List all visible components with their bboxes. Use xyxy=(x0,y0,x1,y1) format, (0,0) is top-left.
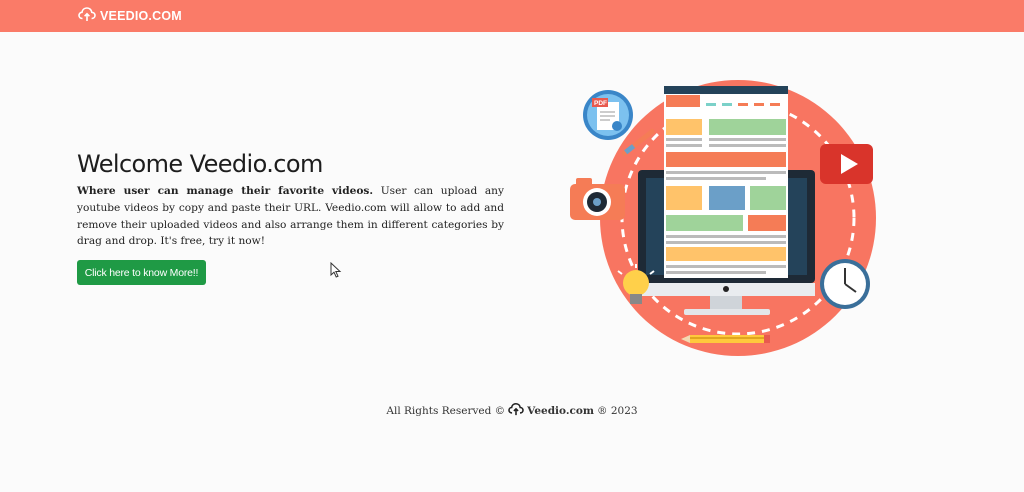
know-more-button[interactable]: Click here to know More!! xyxy=(77,260,206,285)
brand-name: VEEDIO.COM xyxy=(100,9,182,23)
footer-copyright: All Rights Reserved © xyxy=(386,404,506,417)
top-navbar: VEEDIO.COM xyxy=(0,0,1024,32)
video-play-icon xyxy=(820,144,873,184)
footer-brand: Veedio.com xyxy=(527,404,595,417)
pdf-document-icon: PDF xyxy=(583,90,633,140)
mouse-pointer-icon xyxy=(330,261,342,282)
pdf-label: PDF xyxy=(594,100,607,107)
cloud-upload-icon xyxy=(508,402,524,419)
hero-description-lead: Where user can manage their favorite vid… xyxy=(77,185,374,197)
footer-year: ® 2023 xyxy=(597,404,638,417)
footer: All Rights Reserved © Veedio.com ® 2023 xyxy=(0,402,1024,419)
hero-illustration: PDF xyxy=(570,80,876,356)
hero-title: Welcome Veedio.com xyxy=(77,150,323,178)
webpage-mockup xyxy=(664,86,788,278)
camera-icon xyxy=(570,178,625,220)
pencil-icon xyxy=(681,335,770,343)
hero-description: Where user can manage their favorite vid… xyxy=(77,183,504,250)
cloud-upload-icon xyxy=(78,6,96,26)
wall-clock-icon xyxy=(820,259,870,309)
brand-logo-link[interactable]: VEEDIO.COM xyxy=(78,6,182,26)
